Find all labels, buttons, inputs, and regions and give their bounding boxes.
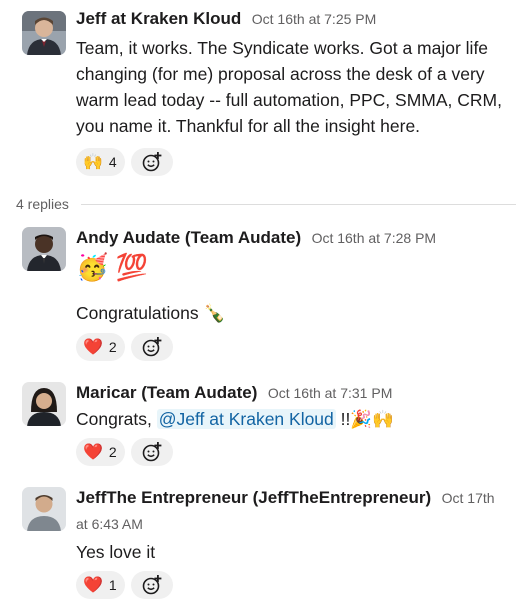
message-text: Team, it works. The Syndicate works. Got…: [76, 38, 502, 136]
message-header: Maricar (Team Audate) Oct 16th at 7:31 P…: [76, 383, 392, 403]
emoji-line: 🥳 💯: [76, 250, 512, 286]
author-name[interactable]: Jeff at Kraken Kloud: [76, 9, 241, 28]
user-mention[interactable]: @Jeff at Kraken Kloud: [156, 409, 336, 429]
reactions-bar: 🙌 4: [76, 148, 173, 176]
add-reaction-button[interactable]: [130, 571, 173, 599]
add-reaction-button[interactable]: [130, 148, 173, 176]
heart-icon: ❤️: [83, 577, 103, 594]
text-prefix: Congrats,: [76, 409, 157, 429]
reaction-count: 2: [108, 444, 117, 460]
message-header: Andy Audate (Team Audate) Oct 16th at 7:…: [76, 228, 436, 248]
message-text: Congrats, @Jeff at Kraken Kloud !!🎉🙌: [76, 406, 512, 432]
replies-divider: 4 replies: [16, 194, 516, 214]
replies-count: 4 replies: [16, 196, 69, 212]
author-name[interactable]: JeffThe Entrepreneur (JeffTheEntrepreneu…: [76, 488, 431, 507]
add-reaction-icon: [142, 442, 162, 462]
timestamp[interactable]: Oct 16th at 7:28 PM: [312, 230, 437, 246]
reaction-heart[interactable]: ❤️ 2: [76, 333, 125, 361]
timestamp[interactable]: Oct 17th: [442, 490, 495, 506]
timestamp[interactable]: Oct 16th at 7:31 PM: [268, 385, 393, 401]
timestamp[interactable]: at 6:43 AM: [76, 516, 143, 532]
avatar[interactable]: [22, 11, 66, 55]
reactions-bar: ❤️ 2: [76, 333, 173, 361]
add-reaction-button[interactable]: [130, 333, 173, 361]
message-text: Congratulations 🍾: [76, 303, 226, 323]
heart-icon: ❤️: [83, 339, 103, 356]
reaction-raised-hands[interactable]: 🙌 4: [76, 148, 125, 176]
divider-line: [80, 203, 516, 205]
text-suffix: !!🎉🙌: [335, 409, 394, 429]
add-reaction-icon: [142, 337, 162, 357]
reactions-bar: ❤️ 2: [76, 438, 173, 466]
add-reaction-icon: [142, 152, 162, 172]
avatar[interactable]: [22, 487, 66, 531]
avatar[interactable]: [22, 382, 66, 426]
message-header: JeffThe Entrepreneur (JeffTheEntrepreneu…: [76, 488, 495, 508]
author-name[interactable]: Andy Audate (Team Audate): [76, 228, 301, 247]
add-reaction-button[interactable]: [130, 438, 173, 466]
reaction-count: 1: [108, 577, 117, 593]
reply-message: Maricar (Team Audate) Oct 16th at 7:31 P…: [0, 375, 522, 475]
reply-message: Andy Audate (Team Audate) Oct 16th at 7:…: [0, 220, 522, 370]
message-header: Jeff at Kraken Kloud Oct 16th at 7:25 PM: [76, 9, 376, 29]
reaction-count: 4: [108, 154, 117, 170]
reaction-heart[interactable]: ❤️ 2: [76, 438, 125, 466]
heart-icon: ❤️: [83, 444, 103, 461]
add-reaction-icon: [142, 575, 162, 595]
raised-hands-icon: 🙌: [83, 154, 103, 171]
timestamp-continued: at 6:43 AM: [76, 516, 143, 534]
parent-message: Jeff at Kraken Kloud Oct 16th at 7:25 PM…: [0, 0, 522, 190]
author-name[interactable]: Maricar (Team Audate): [76, 383, 257, 402]
avatar[interactable]: [22, 227, 66, 271]
message-text: Yes love it: [76, 542, 156, 562]
reply-message: JeffThe Entrepreneur (JeffTheEntrepreneu…: [0, 480, 522, 606]
reaction-heart[interactable]: ❤️ 1: [76, 571, 125, 599]
timestamp[interactable]: Oct 16th at 7:25 PM: [252, 11, 377, 27]
reaction-count: 2: [108, 339, 117, 355]
party-and-hundred-icon: 🥳 💯: [76, 252, 148, 282]
reactions-bar: ❤️ 1: [76, 571, 173, 599]
